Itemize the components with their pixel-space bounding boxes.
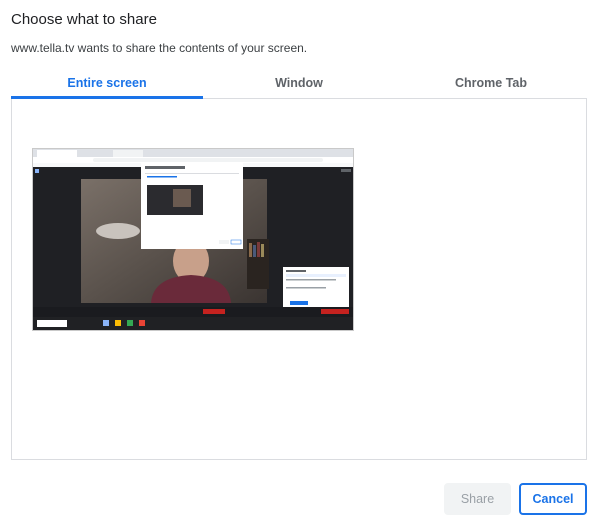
source-tabs: Entire screen Window Chrome Tab (11, 70, 587, 99)
dialog-title: Choose what to share (11, 11, 157, 28)
screen-list-panel (11, 99, 587, 460)
screen-preview-image (33, 149, 353, 330)
share-dialog: Choose what to share www.tella.tv wants … (0, 0, 599, 527)
screen-thumbnail[interactable] (32, 148, 354, 331)
tab-window[interactable]: Window (203, 70, 395, 98)
tab-entire-screen[interactable]: Entire screen (11, 70, 203, 99)
share-button[interactable]: Share (444, 483, 511, 515)
cancel-button[interactable]: Cancel (519, 483, 587, 515)
tab-chrome-tab[interactable]: Chrome Tab (395, 70, 587, 98)
dialog-subtitle: www.tella.tv wants to share the contents… (11, 41, 308, 55)
